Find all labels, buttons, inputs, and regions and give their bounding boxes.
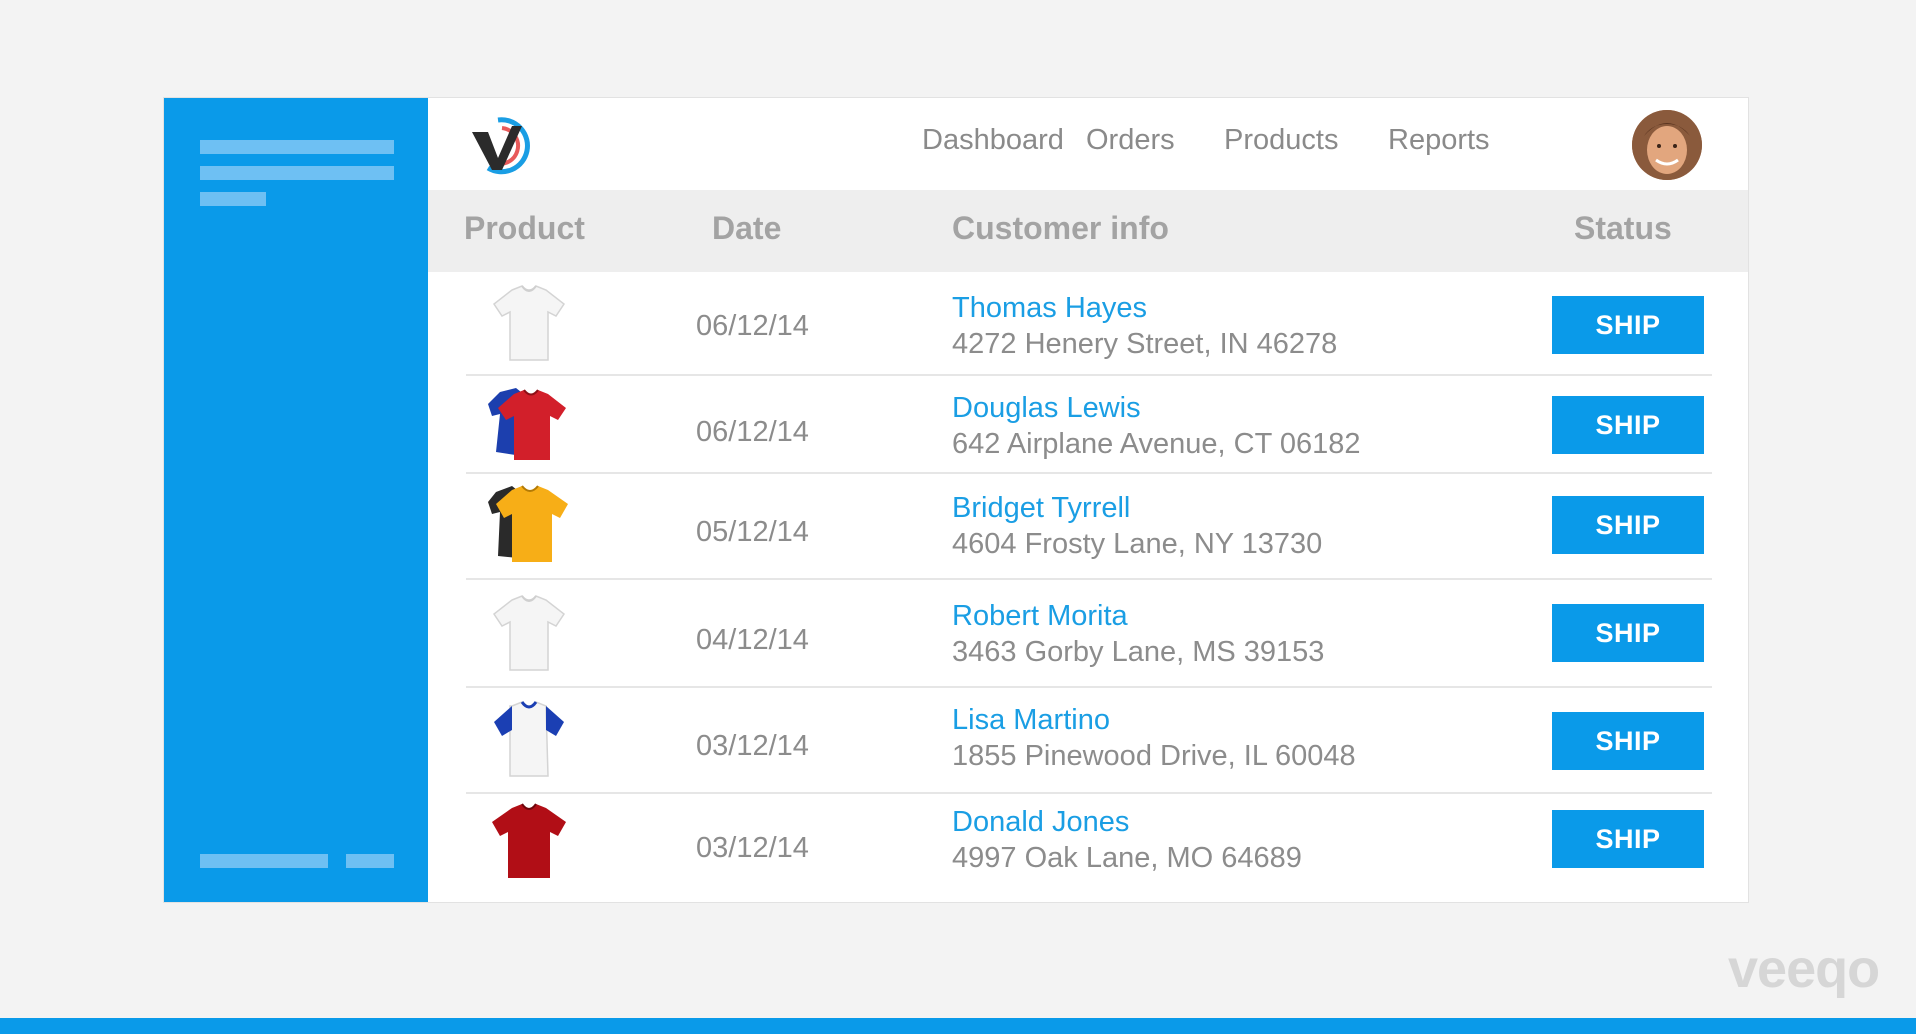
order-date: 06/12/14 xyxy=(696,416,809,448)
sidebar-placeholder-line xyxy=(200,166,394,180)
sidebar-placeholder-line xyxy=(200,140,394,154)
table-row: 04/12/14 Robert Morita 3463 Gorby Lane, … xyxy=(466,580,1712,688)
order-date: 05/12/14 xyxy=(696,516,809,548)
sidebar-footer-placeholder xyxy=(200,854,328,868)
white-tshirt-icon xyxy=(492,285,566,361)
ship-button[interactable]: SHIP xyxy=(1552,810,1704,868)
table-row: 06/12/14 Douglas Lewis 642 Airplane Aven… xyxy=(466,376,1712,474)
table-row: 05/12/14 Bridget Tyrrell 4604 Frosty Lan… xyxy=(466,474,1712,580)
ship-button[interactable]: SHIP xyxy=(1552,712,1704,770)
sidebar-placeholder-line xyxy=(200,192,266,206)
ship-button[interactable]: SHIP xyxy=(1552,296,1704,354)
customer-name-link[interactable]: Thomas Hayes xyxy=(952,292,1147,325)
column-header-date: Date xyxy=(712,210,782,246)
customer-address: 4604 Frosty Lane, NY 13730 xyxy=(952,528,1323,560)
customer-address: 642 Airplane Avenue, CT 06182 xyxy=(952,428,1361,460)
table-header: Product Date Customer info Status xyxy=(428,190,1748,272)
ship-button[interactable]: SHIP xyxy=(1552,604,1704,662)
table-row: 03/12/14 Donald Jones 4997 Oak Lane, MO … xyxy=(466,794,1712,900)
table-row: 06/12/14 Thomas Hayes 4272 Henery Street… xyxy=(466,272,1712,376)
avatar-photo-icon xyxy=(1632,110,1702,180)
table-row: 03/12/14 Lisa Martino 1855 Pinewood Driv… xyxy=(466,688,1712,794)
nav-products-link[interactable]: Products xyxy=(1224,124,1338,157)
sidebar xyxy=(164,98,428,902)
order-date: 06/12/14 xyxy=(696,310,809,342)
yellow-black-tshirt-icon xyxy=(488,485,568,562)
order-date: 03/12/14 xyxy=(696,730,809,762)
ship-button[interactable]: SHIP xyxy=(1552,396,1704,454)
white-blue-raglan-tshirt-icon xyxy=(494,701,564,777)
customer-name-link[interactable]: Bridget Tyrrell xyxy=(952,492,1130,525)
ship-button[interactable]: SHIP xyxy=(1552,496,1704,554)
red-tshirt-icon xyxy=(492,803,566,878)
column-header-product: Product xyxy=(464,210,585,246)
sidebar-footer-placeholder xyxy=(346,854,394,868)
user-avatar[interactable] xyxy=(1632,110,1702,180)
customer-address: 3463 Gorby Lane, MS 39153 xyxy=(952,636,1325,668)
nav-dashboard-link[interactable]: Dashboard xyxy=(922,124,1064,157)
customer-address: 4272 Henery Street, IN 46278 xyxy=(952,328,1338,360)
white-tshirt-icon xyxy=(492,595,566,671)
column-header-status: Status xyxy=(1574,210,1672,246)
customer-name-link[interactable]: Lisa Martino xyxy=(952,704,1110,737)
main-nav: Dashboard Orders Products Reports xyxy=(428,98,1748,190)
customer-name-link[interactable]: Douglas Lewis xyxy=(952,392,1141,425)
nav-orders-link[interactable]: Orders xyxy=(1086,124,1175,157)
customer-name-link[interactable]: Donald Jones xyxy=(952,806,1129,839)
customer-address: 1855 Pinewood Drive, IL 60048 xyxy=(952,740,1356,772)
customer-address: 4997 Oak Lane, MO 64689 xyxy=(952,842,1302,874)
red-blue-tshirt-icon xyxy=(488,388,566,460)
app-window: Dashboard Orders Products Reports Produc… xyxy=(164,98,1748,902)
order-date: 04/12/14 xyxy=(696,624,809,656)
order-date: 03/12/14 xyxy=(696,832,809,864)
main-content: Dashboard Orders Products Reports Produc… xyxy=(428,98,1748,902)
nav-reports-link[interactable]: Reports xyxy=(1388,124,1490,157)
customer-name-link[interactable]: Robert Morita xyxy=(952,600,1128,633)
column-header-customer: Customer info xyxy=(952,210,1169,246)
top-navigation-bar: Dashboard Orders Products Reports xyxy=(428,98,1748,190)
brand-watermark: veeqo xyxy=(1728,939,1880,999)
bottom-accent-bar xyxy=(0,1018,1916,1034)
